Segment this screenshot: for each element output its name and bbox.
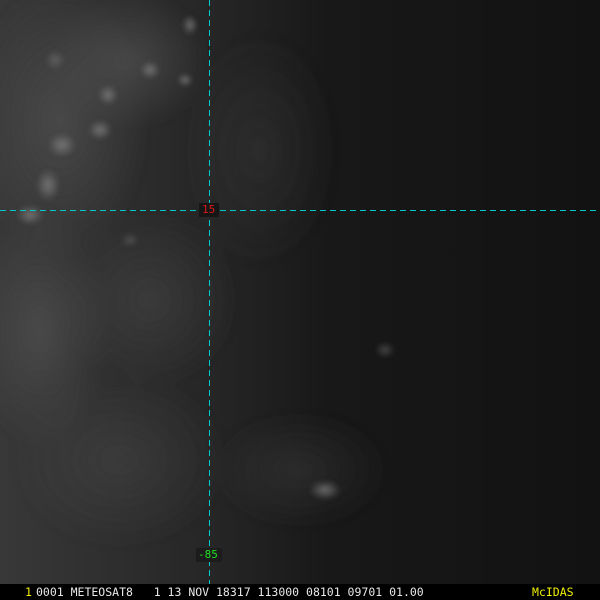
- frame-info: 0001 METEOSAT8 1 13 NOV 18317 113000 081…: [36, 585, 424, 599]
- latitude-label: 15: [202, 203, 216, 216]
- longitude-label: -85: [198, 548, 218, 561]
- frame-number: 1: [25, 585, 32, 599]
- satellite-imagery: [0, 0, 600, 600]
- satellite-image-viewer[interactable]: 15 -85 1 0001 METEOSAT8 1 13 NOV 18317 1…: [0, 0, 600, 600]
- status-bar: 1 0001 METEOSAT8 1 13 NOV 18317 113000 0…: [0, 584, 600, 600]
- mcidas-brand: McIDAS: [532, 585, 574, 599]
